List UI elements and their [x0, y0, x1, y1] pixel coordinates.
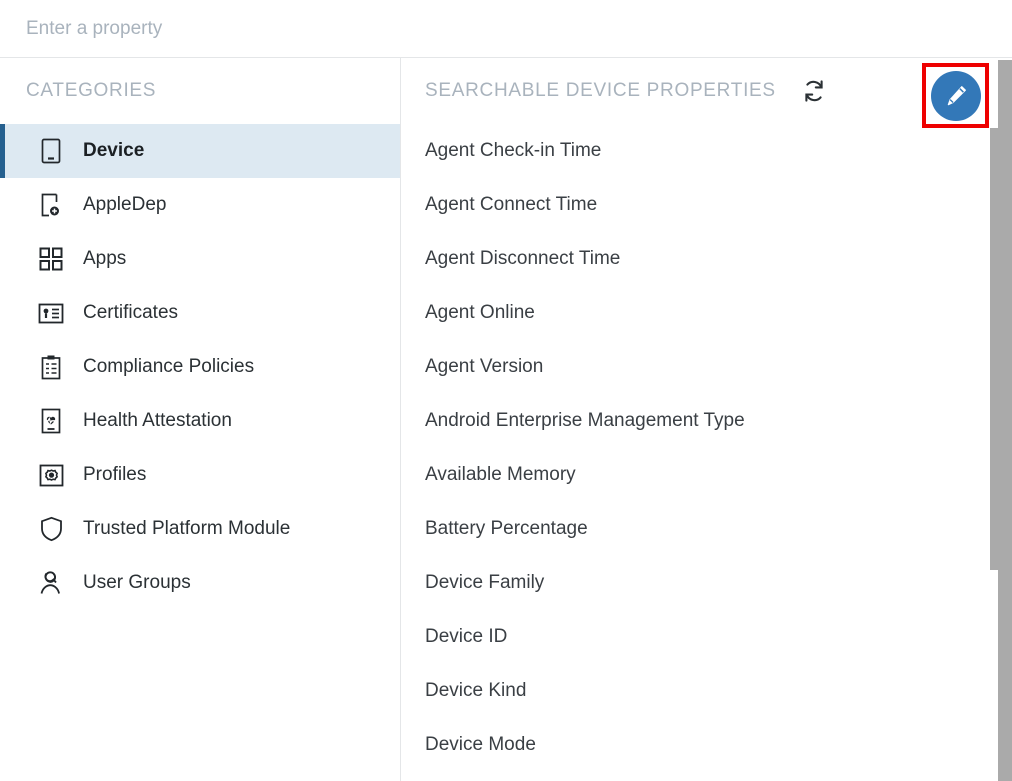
list-item[interactable]: Available Memory	[401, 448, 1012, 502]
edit-button-annotation-box	[922, 63, 989, 128]
edit-button[interactable]	[931, 71, 981, 121]
categories-heading: CATEGORIES	[0, 58, 400, 124]
device-icon	[38, 138, 64, 164]
categories-list: Device AppleDep	[0, 124, 400, 610]
sidebar-item-apps[interactable]: Apps	[0, 232, 400, 286]
search-bar	[0, 0, 1012, 58]
sidebar-item-appledep[interactable]: AppleDep	[0, 178, 400, 232]
scrollbar-thumb[interactable]	[990, 128, 1012, 570]
list-item[interactable]: Agent Disconnect Time	[401, 232, 1012, 286]
list-item[interactable]: Android Enterprise Management Type	[401, 394, 1012, 448]
sidebar-item-label: User Groups	[83, 572, 191, 594]
pencil-edit-icon	[942, 82, 970, 110]
refresh-button[interactable]	[799, 76, 829, 106]
sidebar-item-label: Compliance Policies	[83, 356, 254, 378]
sidebar-item-trusted-platform-module[interactable]: Trusted Platform Module	[0, 502, 400, 556]
panel-title: SEARCHABLE DEVICE PROPERTIES	[425, 80, 776, 102]
sidebar-item-label: AppleDep	[83, 194, 166, 216]
properties-panel-header: SEARCHABLE DEVICE PROPERTIES	[401, 58, 1012, 124]
sidebar-item-device[interactable]: Device	[0, 124, 400, 178]
list-item[interactable]: Battery Percentage	[401, 502, 1012, 556]
property-picker-screen: CATEGORIES Device	[0, 0, 1012, 781]
health-heartbeat-icon	[38, 408, 64, 434]
list-item[interactable]: Agent Check-in Time	[401, 124, 1012, 178]
sidebar-item-label: Health Attestation	[83, 410, 232, 432]
shield-icon	[38, 516, 64, 542]
apps-grid-icon	[38, 246, 64, 272]
properties-panel: SEARCHABLE DEVICE PROPERTIES	[401, 58, 1012, 781]
sidebar-item-label: Certificates	[83, 302, 178, 324]
appledep-icon	[38, 192, 64, 218]
sidebar-item-label: Apps	[83, 248, 126, 270]
sidebar-item-compliance-policies[interactable]: Compliance Policies	[0, 340, 400, 394]
list-item[interactable]: Device Family	[401, 556, 1012, 610]
user-icon	[38, 570, 64, 596]
sidebar-item-label: Trusted Platform Module	[83, 518, 290, 540]
list-item[interactable]: Agent Online	[401, 286, 1012, 340]
sidebar-item-label: Device	[83, 140, 144, 162]
list-item[interactable]: Device ID	[401, 610, 1012, 664]
clipboard-checklist-icon	[38, 354, 64, 380]
sidebar-item-profiles[interactable]: Profiles	[0, 448, 400, 502]
sidebar-item-certificates[interactable]: Certificates	[0, 286, 400, 340]
list-item[interactable]: Device Kind	[401, 664, 1012, 718]
list-item[interactable]: Agent Version	[401, 340, 1012, 394]
sidebar-item-label: Profiles	[83, 464, 146, 486]
refresh-icon	[801, 78, 827, 104]
certificate-badge-icon	[38, 300, 64, 326]
search-input[interactable]	[26, 18, 546, 40]
sidebar-item-health-attestation[interactable]: Health Attestation	[0, 394, 400, 448]
searchable-properties-list: Agent Check-in Time Agent Connect Time A…	[401, 124, 1012, 772]
list-item[interactable]: Agent Connect Time	[401, 178, 1012, 232]
list-item[interactable]: Device Mode	[401, 718, 1012, 772]
sidebar-item-user-groups[interactable]: User Groups	[0, 556, 400, 610]
categories-sidebar: CATEGORIES Device	[0, 58, 401, 781]
profile-gear-icon	[38, 462, 64, 488]
